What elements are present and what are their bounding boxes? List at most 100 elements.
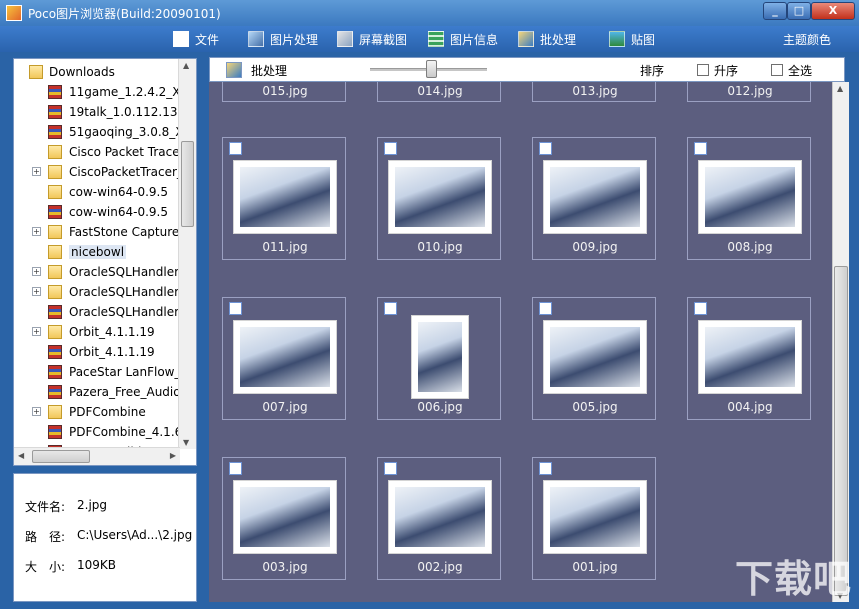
menu-image-process[interactable]: 图片处理 bbox=[248, 30, 318, 48]
photo-preview bbox=[550, 327, 640, 387]
thumbnail-image[interactable] bbox=[233, 160, 337, 234]
tree-item[interactable]: cow-win64-0.9.5 bbox=[14, 202, 178, 222]
thumbnail-card[interactable]: 011.jpg bbox=[222, 137, 346, 260]
thumbnail-card[interactable]: 001.jpg bbox=[532, 457, 656, 580]
wallpaper-icon bbox=[609, 31, 625, 47]
thumbnail-card-partial[interactable]: 012.jpg bbox=[687, 82, 811, 102]
thumbnail-image[interactable] bbox=[411, 315, 469, 399]
tree-item[interactable]: + OracleSQLHandler_ bbox=[14, 262, 185, 282]
thumbnail-card[interactable]: 009.jpg bbox=[532, 137, 656, 260]
tree-item-label: 51gaoqing_3.0.8_X bbox=[69, 125, 184, 139]
scrollbar-thumb[interactable] bbox=[834, 266, 848, 596]
thumbnail-card[interactable]: 007.jpg bbox=[222, 297, 346, 420]
thumbnail-checkbox[interactable] bbox=[384, 302, 397, 315]
expand-icon[interactable]: + bbox=[32, 407, 41, 416]
window-title: Poco图片浏览器(Build:20090101) bbox=[28, 7, 221, 21]
expand-icon[interactable]: + bbox=[32, 267, 41, 276]
thumbnail-image[interactable] bbox=[543, 320, 647, 394]
scroll-left-icon[interactable]: ◀ bbox=[18, 451, 24, 460]
thumbnail-checkbox[interactable] bbox=[229, 462, 242, 475]
thumbnail-card[interactable]: 010.jpg bbox=[377, 137, 501, 260]
tree-item[interactable]: PDFCombine_4.1.60 bbox=[14, 422, 190, 442]
tree-item[interactable]: + Orbit_4.1.1.19 bbox=[14, 322, 178, 342]
thumbnail-image[interactable] bbox=[388, 480, 492, 554]
file-info-panel: 文件名: 2.jpg 路 径: C:\Users\Ad...\2.jpg 大 小… bbox=[13, 473, 197, 602]
thumbnail-checkbox[interactable] bbox=[694, 302, 707, 315]
tree-item[interactable]: cow-win64-0.9.5 bbox=[14, 182, 178, 202]
folder-icon bbox=[29, 65, 43, 79]
thumbnail-scrollbar[interactable]: ▲ ▼ bbox=[832, 82, 849, 602]
tree-item[interactable]: Pazera_Free_Audio bbox=[14, 382, 181, 402]
thumbnail-checkbox[interactable] bbox=[229, 142, 242, 155]
tree-item[interactable]: + CiscoPacketTracer_ bbox=[14, 162, 183, 182]
thumbnail-checkbox[interactable] bbox=[539, 302, 552, 315]
menu-wallpaper[interactable]: 贴图 bbox=[609, 30, 655, 48]
tree-vertical-scrollbar[interactable]: ▲ ▼ bbox=[178, 59, 196, 449]
file-path-row: 路 径: C:\Users\Ad...\2.jpg bbox=[25, 528, 193, 544]
thumbnail-image[interactable] bbox=[388, 160, 492, 234]
scrollbar-thumb[interactable] bbox=[32, 450, 90, 463]
tree-item[interactable]: + FastStone Capture bbox=[14, 222, 179, 242]
tree-item[interactable]: OracleSQLHandler_ bbox=[14, 302, 185, 322]
thumbnail-checkbox[interactable] bbox=[384, 142, 397, 155]
thumbnail-card[interactable]: 006.jpg bbox=[377, 297, 501, 420]
expand-icon[interactable]: + bbox=[32, 327, 41, 336]
thumbnail-card[interactable]: 005.jpg bbox=[532, 297, 656, 420]
tree-item[interactable]: Orbit_4.1.1.19 bbox=[14, 342, 178, 362]
tree-item-label: OracleSQLHandler_ bbox=[69, 305, 186, 319]
scroll-down-icon[interactable]: ▼ bbox=[183, 438, 189, 447]
thumbnail-image[interactable] bbox=[233, 480, 337, 554]
thumbnail-card[interactable]: 003.jpg bbox=[222, 457, 346, 580]
thumbnail-image[interactable] bbox=[543, 160, 647, 234]
close-button[interactable]: X bbox=[811, 2, 855, 20]
thumbnail-filename: 008.jpg bbox=[727, 240, 773, 254]
select-all-checkbox[interactable] bbox=[771, 64, 783, 76]
tree-item[interactable]: Cisco Packet Trace bbox=[14, 142, 180, 162]
thumbnail-image[interactable] bbox=[698, 320, 802, 394]
maximize-button[interactable]: □ bbox=[787, 2, 811, 20]
tree-horizontal-scrollbar[interactable]: ◀ ▶ bbox=[14, 447, 180, 465]
tree-item[interactable]: PaceStar LanFlow_6 bbox=[14, 362, 188, 382]
menu-image-info[interactable]: 图片信息 bbox=[428, 30, 498, 48]
thumbnail-card[interactable]: 002.jpg bbox=[377, 457, 501, 580]
thumbnail-card[interactable]: 008.jpg bbox=[687, 137, 811, 260]
scroll-up-icon[interactable]: ▲ bbox=[183, 61, 189, 70]
menu-theme-color[interactable]: 主题颜色 bbox=[783, 30, 831, 48]
thumbnail-checkbox[interactable] bbox=[539, 142, 552, 155]
batch-button[interactable]: 批处理 bbox=[251, 62, 287, 79]
scroll-right-icon[interactable]: ▶ bbox=[170, 451, 176, 460]
thumbnail-card[interactable]: 004.jpg bbox=[687, 297, 811, 420]
thumbnail-image[interactable] bbox=[543, 480, 647, 554]
tree-item[interactable]: 19talk_1.0.112.1300 bbox=[14, 102, 193, 122]
folder-tree[interactable]: Downloads 11game_1.2.4.2_Xia 19talk_1.0.11… bbox=[13, 58, 197, 466]
tree-item[interactable]: + PDFCombine bbox=[14, 402, 178, 422]
menu-batch[interactable]: 批处理 bbox=[518, 30, 576, 48]
scrollbar-thumb[interactable] bbox=[181, 141, 194, 227]
expand-icon[interactable]: + bbox=[32, 167, 41, 176]
minimize-button[interactable]: _ bbox=[763, 2, 787, 20]
expand-icon[interactable]: + bbox=[32, 227, 41, 236]
thumbnail-image[interactable] bbox=[698, 160, 802, 234]
tree-item-label: 19talk_1.0.112.1300 bbox=[69, 105, 193, 119]
thumbnail-card-partial[interactable]: 014.jpg bbox=[377, 82, 501, 102]
thumbnail-card-partial[interactable]: 013.jpg bbox=[532, 82, 656, 102]
tree-item[interactable]: 11game_1.2.4.2_Xia bbox=[14, 82, 191, 102]
scroll-up-icon[interactable]: ▲ bbox=[837, 84, 843, 93]
document-icon bbox=[173, 31, 189, 47]
thumbnail-card-partial[interactable]: 015.jpg bbox=[222, 82, 346, 102]
tree-item[interactable]: 51gaoqing_3.0.8_X bbox=[14, 122, 184, 142]
thumbnail-checkbox[interactable] bbox=[384, 462, 397, 475]
thumbnail-image[interactable] bbox=[233, 320, 337, 394]
tree-item[interactable]: + OracleSQLHandler_ bbox=[14, 282, 185, 302]
folder-icon bbox=[48, 405, 62, 419]
menu-screenshot[interactable]: 屏幕截图 bbox=[337, 30, 407, 48]
ascending-checkbox[interactable] bbox=[697, 64, 709, 76]
menu-file[interactable]: 文件 bbox=[173, 30, 219, 48]
thumbnail-checkbox[interactable] bbox=[539, 462, 552, 475]
tree-item[interactable]: Downloads bbox=[14, 62, 178, 82]
tree-item[interactable]: nicebowl bbox=[14, 242, 178, 262]
thumbnail-checkbox[interactable] bbox=[229, 302, 242, 315]
expand-icon[interactable]: + bbox=[32, 287, 41, 296]
thumbnail-checkbox[interactable] bbox=[694, 142, 707, 155]
zoom-slider-handle[interactable] bbox=[426, 60, 437, 78]
